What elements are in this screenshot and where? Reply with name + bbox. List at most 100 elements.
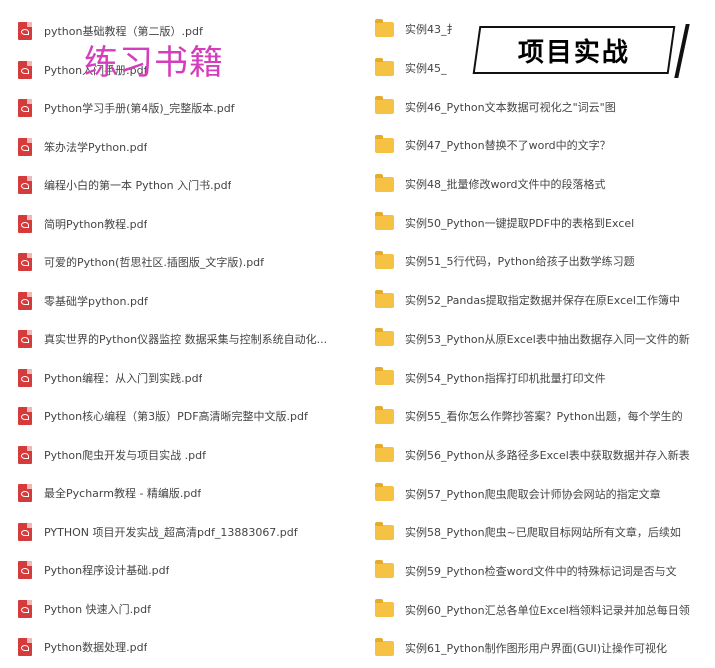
- project-practice-banner: 项目实战: [468, 20, 690, 80]
- pdf-file-icon: [18, 214, 32, 233]
- pdf-file-name: Python编程：从入门到实践.pdf: [44, 371, 203, 385]
- folder-name: 实例59_Python检查word文件中的特殊标记词是否与文: [405, 564, 677, 578]
- banner-box: 项目实战: [472, 26, 676, 74]
- folder-icon: [375, 134, 394, 153]
- pdf-file-icon: [18, 60, 32, 79]
- folder-item[interactable]: 实例50_Python一键提取PDF中的表格到Excel: [365, 203, 715, 242]
- folder-icon: [375, 57, 394, 76]
- pdf-file-item[interactable]: Python学习手册(第4版)_完整版本.pdf: [0, 89, 350, 128]
- pdf-file-name: 笨办法学Python.pdf: [44, 140, 148, 154]
- pdf-file-icon: [18, 291, 32, 310]
- folder-name: 实例57_Python爬虫爬取会计师协会网站的指定文章: [405, 487, 661, 501]
- pdf-file-name: Python学习手册(第4版)_完整版本.pdf: [44, 102, 235, 116]
- folder-icon: [375, 367, 394, 386]
- pdf-file-icon: [18, 137, 32, 156]
- folder-name: 实例50_Python一键提取PDF中的表格到Excel: [405, 216, 635, 230]
- folder-item[interactable]: 实例55_看你怎么作弊抄答案？Python出题，每个学生的: [365, 397, 715, 436]
- pdf-file-icon: [18, 330, 32, 349]
- folder-icon: [375, 599, 394, 618]
- pdf-file-name: Python数据处理.pdf: [44, 641, 148, 655]
- folder-icon: [375, 405, 394, 424]
- pdf-file-item[interactable]: PYTHON 项目开发实战_超高清pdf_13883067.pdf: [0, 513, 350, 552]
- folder-item[interactable]: 实例53_Python从原Excel表中抽出数据存入同一文件的新: [365, 320, 715, 359]
- pdf-file-icon: [18, 176, 32, 195]
- folder-item[interactable]: 实例56_Python从多路径多Excel表中获取数据并存入新表: [365, 436, 715, 475]
- folder-name: 实例60_Python汇总各单位Excel档领料记录并加总每日领: [405, 603, 690, 617]
- folder-icon: [375, 521, 394, 540]
- pdf-file-icon: [18, 407, 32, 426]
- folder-item[interactable]: 实例48_批量修改word文件中的段落格式: [365, 165, 715, 204]
- folder-item[interactable]: 实例60_Python汇总各单位Excel档领料记录并加总每日领: [365, 590, 715, 629]
- folder-name: 实例52_Pandas提取指定数据并保存在原Excel工作簿中: [405, 294, 680, 308]
- folder-name: 实例61_Python制作图形用户界面(GUI)让操作可视化: [405, 642, 668, 656]
- folder-icon: [375, 289, 394, 308]
- pdf-file-name: Python程序设计基础.pdf: [44, 564, 170, 578]
- pdf-file-list: python基础教程（第二版）.pdf Python入门手册.pdf Python学…: [0, 12, 350, 667]
- pdf-file-icon: [18, 522, 32, 541]
- pdf-file-name: 简明Python教程.pdf: [44, 217, 148, 231]
- folder-item[interactable]: 实例51_5行代码，Python给孩子出数学练习题: [365, 242, 715, 281]
- pdf-file-name: python基础教程（第二版）.pdf: [44, 25, 203, 39]
- pdf-file-item[interactable]: 简明Python教程.pdf: [0, 205, 350, 244]
- folder-name: 实例45_: [405, 62, 447, 76]
- pdf-file-icon: [18, 22, 32, 41]
- practice-books-overlay-title: 练习书籍: [84, 43, 224, 83]
- pdf-file-icon: [18, 99, 32, 118]
- pdf-file-name: 真实世界的Python仪器监控 数据采集与控制系统自动化...: [44, 333, 328, 347]
- pdf-file-item[interactable]: Python核心编程（第3版）PDF高清晰完整中文版.pdf: [0, 397, 350, 436]
- pdf-file-name: 零基础学python.pdf: [44, 294, 148, 308]
- pdf-file-icon: [18, 253, 32, 272]
- pdf-file-icon: [18, 638, 32, 657]
- pdf-file-icon: [18, 561, 32, 580]
- folder-name: 实例58_Python爬虫~已爬取目标网站所有文章，后续如: [405, 526, 681, 540]
- folder-name: 实例46_Python文本数据可视化之"词云"图: [405, 100, 616, 114]
- folder-icon: [375, 173, 394, 192]
- folder-item[interactable]: 实例47_Python替换不了word中的文字？: [365, 126, 715, 165]
- folder-icon: [375, 483, 394, 502]
- folder-name: 实例51_5行代码，Python给孩子出数学练习题: [405, 255, 635, 269]
- pdf-file-item[interactable]: 零基础学python.pdf: [0, 282, 350, 321]
- pdf-file-name: Python 快速入门.pdf: [44, 602, 151, 616]
- pdf-file-name: 最全Pycharm教程 - 精编版.pdf: [44, 487, 202, 501]
- folder-name: 实例48_批量修改word文件中的段落格式: [405, 178, 606, 192]
- folder-icon: [375, 18, 394, 37]
- pdf-file-icon: [18, 445, 32, 464]
- folder-item[interactable]: 实例52_Pandas提取指定数据并保存在原Excel工作簿中: [365, 281, 715, 320]
- pdf-file-item[interactable]: Python编程：从入门到实践.pdf: [0, 359, 350, 398]
- pdf-file-icon: [18, 484, 32, 503]
- folder-name: 实例47_Python替换不了word中的文字？: [405, 139, 611, 153]
- folder-name: 实例56_Python从多路径多Excel表中获取数据并存入新表: [405, 448, 690, 462]
- folder-item[interactable]: 实例46_Python文本数据可视化之"词云"图: [365, 87, 715, 126]
- pdf-file-name: 可爱的Python(哲思社区.插图版_文字版).pdf: [44, 256, 265, 270]
- folder-name: 实例53_Python从原Excel表中抽出数据存入同一文件的新: [405, 332, 690, 346]
- folder-item[interactable]: 实例57_Python爬虫爬取会计师协会网站的指定文章: [365, 474, 715, 513]
- pdf-file-item[interactable]: Python 快速入门.pdf: [0, 590, 350, 629]
- folder-icon: [375, 560, 394, 579]
- pdf-file-name: Python核心编程（第3版）PDF高清晰完整中文版.pdf: [44, 410, 308, 424]
- folder-icon: [375, 637, 394, 656]
- pdf-file-item[interactable]: 编程小白的第一本 Python 入门书.pdf: [0, 166, 350, 205]
- pdf-file-name: PYTHON 项目开发实战_超高清pdf_13883067.pdf: [44, 525, 298, 539]
- folder-item[interactable]: 实例59_Python检查word文件中的特殊标记词是否与文: [365, 552, 715, 591]
- folder-name: 实例55_看你怎么作弊抄答案？Python出题，每个学生的: [405, 410, 683, 424]
- pdf-file-item[interactable]: Python爬虫开发与项目实战 .pdf: [0, 436, 350, 475]
- banner-slash-decoration: [674, 24, 690, 78]
- pdf-file-name: Python爬虫开发与项目实战 .pdf: [44, 448, 206, 462]
- folder-icon: [375, 212, 394, 231]
- pdf-file-item[interactable]: 笨办法学Python.pdf: [0, 128, 350, 167]
- folder-name: 实例54_Python指挥打印机批量打印文件: [405, 371, 606, 385]
- folder-name: 实例43_扌: [405, 23, 458, 37]
- pdf-file-item[interactable]: Python程序设计基础.pdf: [0, 551, 350, 590]
- pdf-file-item[interactable]: 可爱的Python(哲思社区.插图版_文字版).pdf: [0, 243, 350, 282]
- folder-list: 实例43_扌 实例45_ 实例46_Python文本数据可视化之"词云"图 实例47_…: [365, 10, 715, 668]
- pdf-file-item[interactable]: 最全Pycharm教程 - 精编版.pdf: [0, 474, 350, 513]
- banner-title: 项目实战: [517, 37, 630, 68]
- folder-item[interactable]: 实例61_Python制作图形用户界面(GUI)让操作可视化: [365, 629, 715, 668]
- pdf-file-item[interactable]: Python数据处理.pdf: [0, 628, 350, 667]
- pdf-file-item[interactable]: 真实世界的Python仪器监控 数据采集与控制系统自动化...: [0, 320, 350, 359]
- folder-item[interactable]: 实例58_Python爬虫~已爬取目标网站所有文章，后续如: [365, 513, 715, 552]
- folder-item[interactable]: 实例54_Python指挥打印机批量打印文件: [365, 358, 715, 397]
- folder-icon: [375, 250, 394, 269]
- folder-icon: [375, 96, 394, 115]
- pdf-file-icon: [18, 368, 32, 387]
